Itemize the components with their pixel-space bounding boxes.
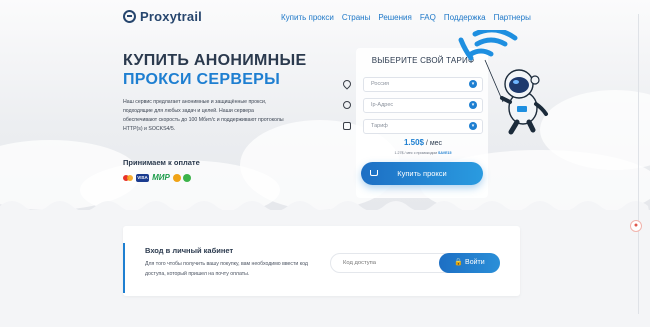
hero-description: Наш сервис предлагает анонимные и защищё… [123,99,284,132]
lock-icon: 🔒 [454,259,464,266]
tariff-value: Тариф [371,123,388,129]
main-nav: Купить прокси Страны Решения FAQ Поддерж… [281,13,539,22]
buy-proxy-label: Купить прокси [397,169,447,178]
brand-name: Proxytrail [140,9,202,24]
nav-item-partners[interactable]: Партнеры [494,13,531,22]
nav-item-faq[interactable]: FAQ [420,13,436,22]
hero-title-line2: прокси серверы [123,71,281,88]
brand-logo[interactable]: Proxytrail [123,9,202,24]
login-accent-bar [123,243,125,293]
price-unit: / мес [423,140,443,147]
login-button[interactable]: 🔒 Войти [439,253,500,273]
promo-text: 1.27$ / мес с промокодом SAVE15 [363,151,483,155]
country-value: Россия [371,81,390,87]
promo-label: 1.27$ / мес с промокодом [394,151,439,155]
login-button-label: Войти [465,259,485,266]
payment-methods: VISA МИР [123,174,191,182]
buy-proxy-button[interactable]: Купить прокси [361,162,483,185]
mir-icon: МИР [152,173,170,182]
visa-icon: VISA [136,174,149,182]
nav-item-support[interactable]: Поддержка [444,13,486,22]
scrollbar-track[interactable] [638,14,639,314]
promo-code: SAVE15 [438,151,452,155]
nav-item-countries[interactable]: Страны [342,13,371,22]
nav-item-buy[interactable]: Купить прокси [281,13,334,22]
wifi-balloon-icon [458,30,518,61]
ip-type-value: Ip-Адрес [371,102,394,108]
chat-widget-icon[interactable]: ● [630,220,642,232]
coin-icon [183,174,191,182]
cart-icon [370,170,378,176]
calendar-icon [343,122,351,130]
coin-icon [173,174,181,182]
astronaut-illustration [458,30,548,135]
payment-title: Принимаем к оплате [123,158,200,167]
login-title: Вход в личный кабинет [145,246,234,255]
hero-title-line1: Купить анонимные [123,52,307,69]
wave-divider [0,201,650,216]
hero-title: Купить анонимные прокси серверы [123,51,306,89]
nav-item-solutions[interactable]: Решения [378,13,412,22]
globe-icon [343,101,351,109]
mastercard-icon [123,174,134,182]
price-value: 1.50$ [403,138,424,147]
logo-icon [123,10,136,23]
login-description: Для того чтобы получить вашу покупку, ва… [145,261,308,277]
